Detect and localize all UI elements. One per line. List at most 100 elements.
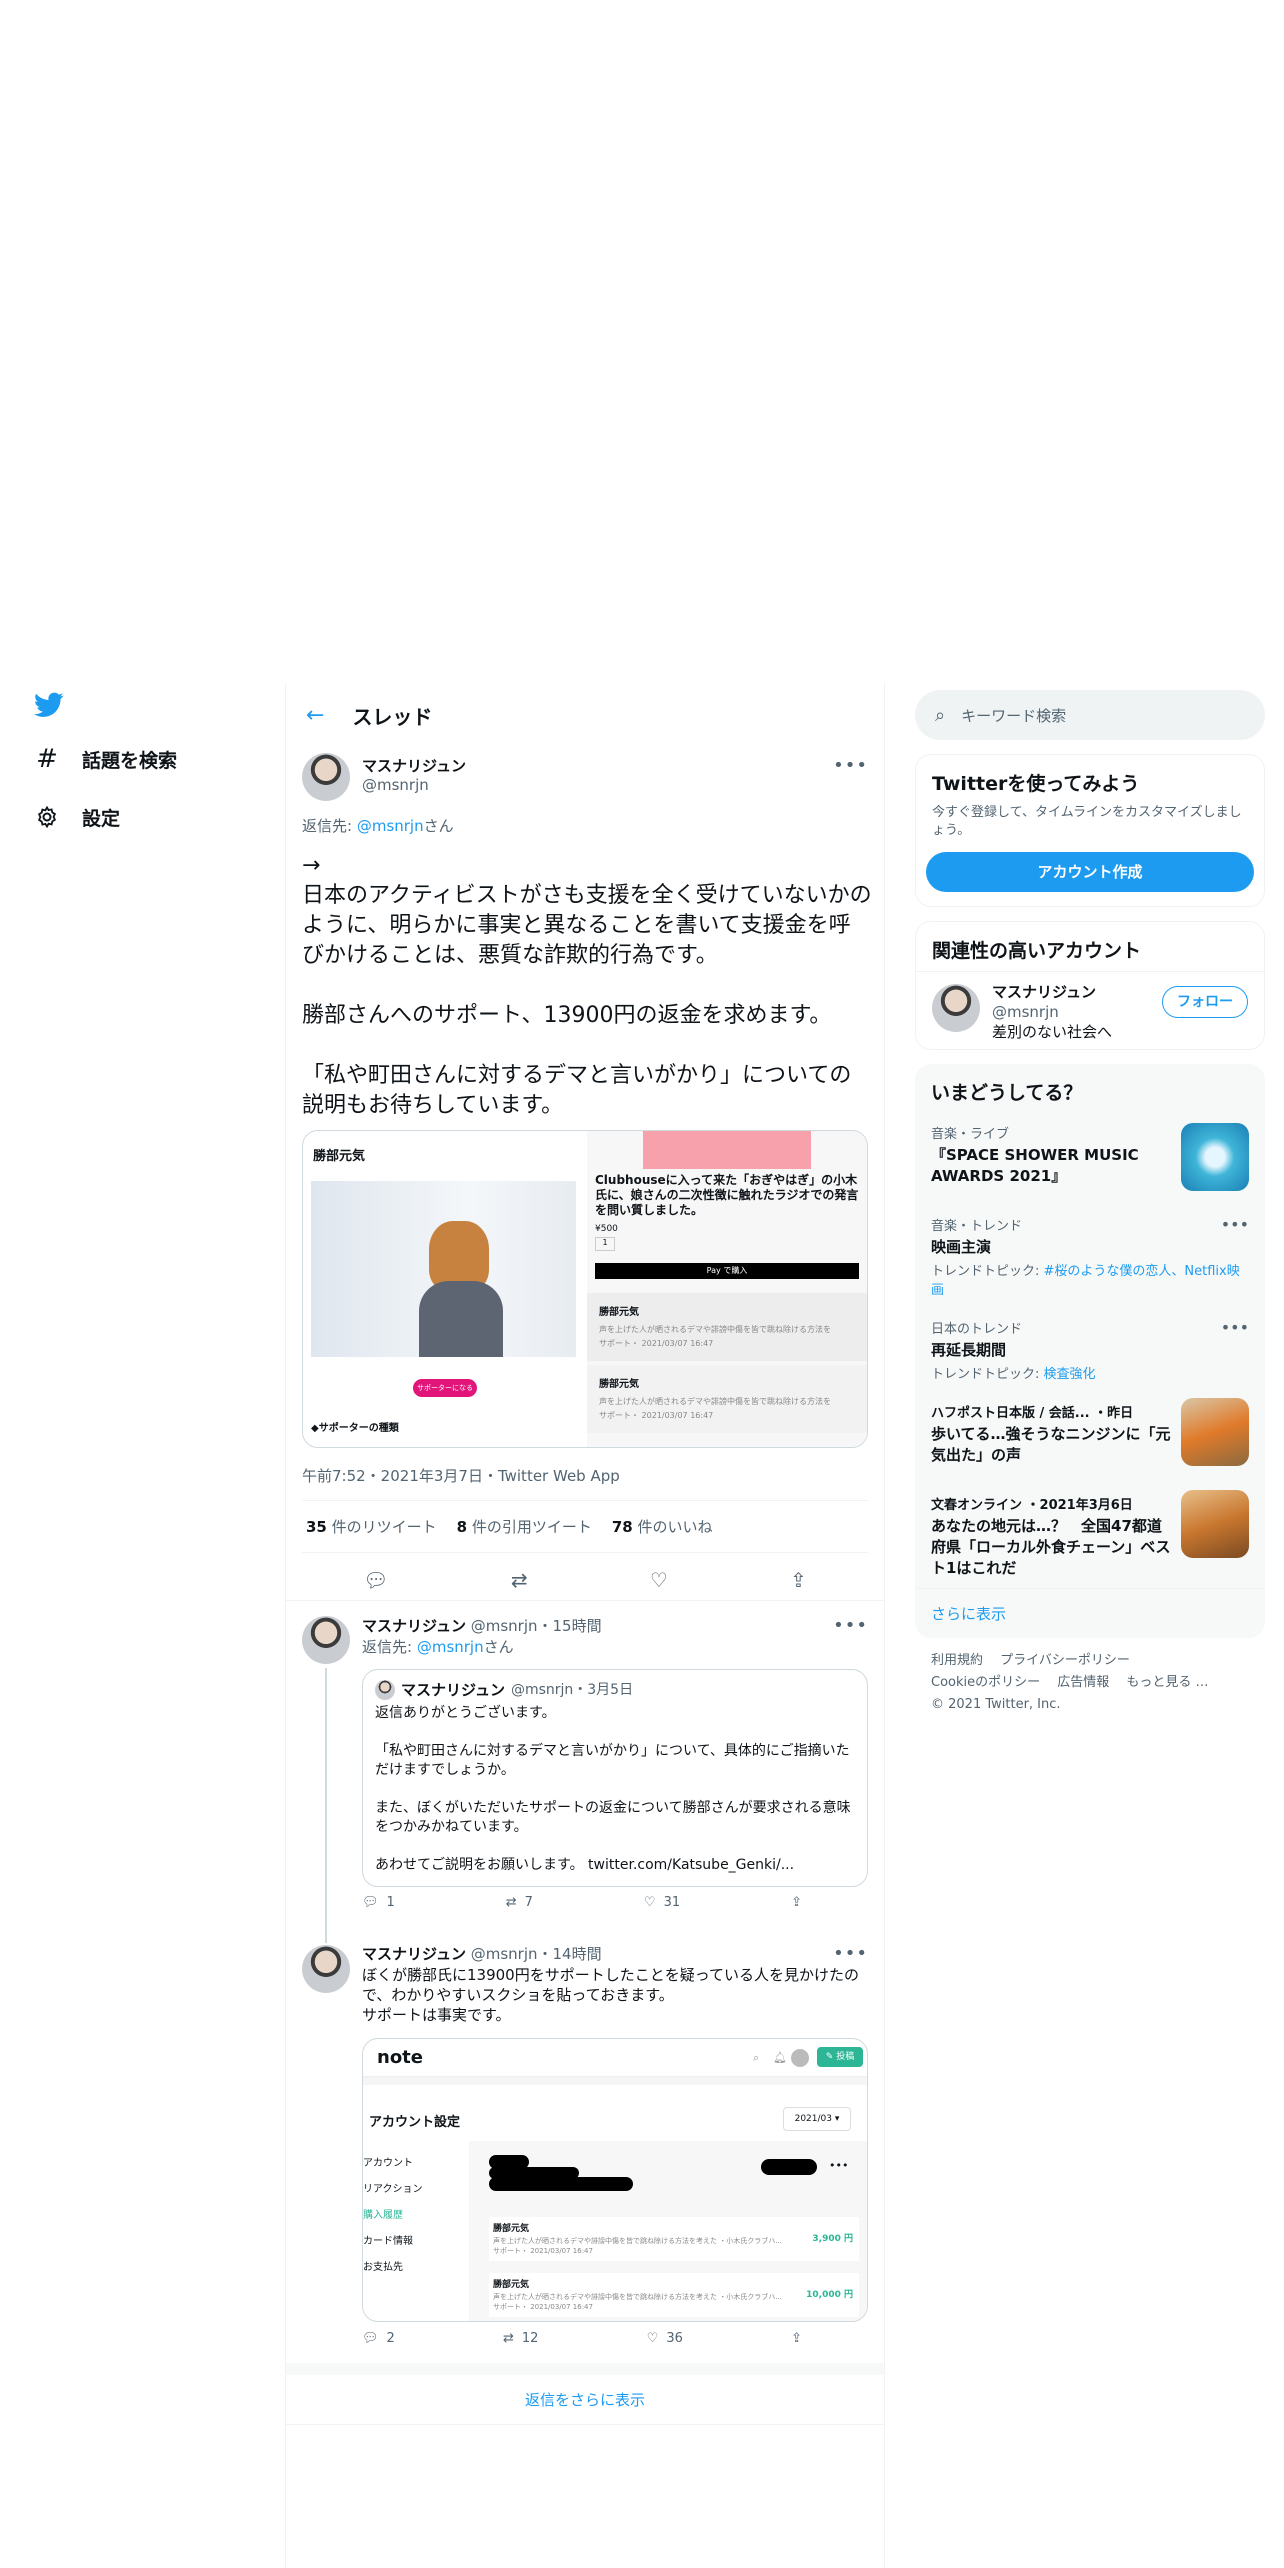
settings-menu: アカウント リアクション 購入履歴 カード情報 お支払先 [363,2151,423,2281]
signup-panel: Twitterを使ってみよう 今すぐ登録して、タイムラインをカスタマイズしましょ… [915,754,1265,907]
link-card[interactable]: 勝部元気 サポーターになる ◆サポーターの種類 Clubhouseに入って来た「… [302,1130,868,1448]
supporter-heading: ◆サポーターの種類 [311,1423,399,1434]
retweet-button[interactable]: ⇄ 7 [506,1895,533,1910]
retweet-icon[interactable]: ⇄ [511,1568,528,1592]
trend-item[interactable]: ハフポスト日本版 / 会話... ・昨日 歩いてる…強そうなニンジンに「元気出た… [915,1392,1265,1484]
author-block: マスナリジュン @msnrjn [362,755,466,794]
reply-to-link[interactable]: @msnrjn [357,817,424,835]
reply-icon[interactable]: 💬︎ [363,1568,388,1592]
entry-desc: 声を上げた人が晒されるデマや誹謗中傷を皆で跳ね除ける方法を [599,1397,831,1406]
like-icon: ♡ [643,1895,656,1910]
bird-icon [34,692,64,717]
quote-text: 「私や町田さんに対するデマと言いがかり」について、具体的にご指摘いただけますでし… [375,1743,850,1778]
show-more-replies[interactable]: 返信をさらに表示 [286,2375,884,2425]
quote-text: あわせてご説明をお願いします。 twitter.com/Katsube_Genk… [375,1857,795,1873]
quote-meta: @msnrjn・3月5日 [510,1681,634,1698]
follow-button[interactable]: フォロー [1162,986,1248,1018]
reply-to-link[interactable]: @msnrjn [417,1638,484,1656]
menu-item: リアクション [363,2184,423,2195]
like-icon[interactable]: ♡ [650,1568,668,1592]
like-button[interactable]: ♡ 31 [644,1895,680,1910]
tweet-timestamp[interactable]: 午前7:52・2021年3月7日・Twitter Web App [302,1465,620,1486]
reply-author-name[interactable]: マスナリジュン [362,1945,466,1963]
share-button[interactable]: ⇪ [791,1895,802,1910]
gear-icon [34,804,60,830]
show-more-trends[interactable]: さらに表示 [915,1588,1265,1638]
twitter-logo[interactable] [0,680,285,730]
quote-count[interactable]: 8 件の引用ツイート [457,1516,592,1537]
trend-item[interactable]: 日本のトレンド 再延長期間 トレンドトピック: 検査強化 ••• [915,1308,1265,1392]
quantity-stepper: 1 [595,1237,615,1251]
avatar[interactable] [302,753,350,801]
related-account[interactable]: マスナリジュン @msnrjn 差別のない社会へ フォロー [916,971,1264,1049]
thread-line [325,1668,327,1943]
author-handle[interactable]: @msnrjn [362,776,466,794]
search-placeholder: キーワード検索 [961,706,1067,725]
trend-item[interactable]: 音楽・トレンド 映画主演 トレンドトピック: #桜のような僕の恋人、Netfli… [915,1205,1265,1308]
retweet-button[interactable]: ⇄ 12 [503,2331,538,2346]
related-title: 関連性の高いアカウント [932,940,1142,962]
reply-action-bar: 💬︎ 1 ⇄ 7 ♡ 31 ⇪ [362,1895,802,1910]
apple-pay-button: Pay で購入 [595,1263,859,1279]
search-input[interactable]: ⌕ キーワード検索 [915,690,1265,740]
reply-text: ぼくが勝部氏に13900円をサポートしたことを疑っている人を見かけたので、わかり… [362,1966,859,2024]
footer-link[interactable]: 利用規約 [931,1653,983,1668]
footer-link[interactable]: もっと見る … [1126,1675,1208,1690]
left-nav: # 話題を検索 設定 [0,680,285,846]
redacted-block [761,2159,817,2175]
post-button: ✎ 投稿 [817,2047,863,2067]
nav-settings[interactable]: 設定 [0,788,285,846]
reply-suffix: さん [423,817,454,835]
avatar[interactable] [302,1945,350,1993]
reply-meta[interactable]: @msnrjn・14時間 [471,1945,602,1963]
trend-item[interactable]: 文春オンライン ・2021年3月6日 あなたの地元は…？ 全国47都道府県「ロー… [915,1484,1265,1588]
reply-header: マスナリジュン @msnrjn・14時間 [362,1943,602,1964]
card-profile-name: 勝部元気 [313,1149,366,1164]
search-icon: ⌕ [935,704,946,726]
note-screenshot[interactable]: note ⌕ 🔔︎ ✎ 投稿 アカウント設定 2021/03 ▾ アカウント リ… [362,2038,868,2322]
like-button[interactable]: ♡ 36 [647,2331,683,2346]
reply-author-name[interactable]: マスナリジュン [362,1617,466,1635]
quoted-tweet[interactable]: マスナリジュン @msnrjn・3月5日 返信ありがとうございます。 「私や町田… [362,1669,868,1887]
quote-text: 返信ありがとうございます。 [375,1705,556,1721]
avatar[interactable] [302,1616,350,1664]
nav-settings-label: 設定 [82,807,121,830]
more-options-icon[interactable]: ••• [1221,1215,1249,1234]
trend-item[interactable]: 音楽・ライブ 『SPACE SHOWER MUSIC AWARDS 2021』 [915,1113,1265,1205]
more-options-icon[interactable]: ••• [833,755,868,776]
bell-icon: 🔔︎ [773,2051,787,2064]
related-accounts-panel: 関連性の高いアカウント マスナリジュン @msnrjn 差別のない社会へ フォロ… [915,921,1265,1050]
article-banner [643,1131,811,1169]
footer-link[interactable]: 広告情報 [1057,1675,1109,1690]
reply-icon: 💬︎ [362,1895,379,1910]
reply-icon: 💬︎ [362,2331,379,2346]
account-name: マスナリジュン [992,983,1096,1001]
settings-title: アカウント設定 [369,2115,461,2130]
month-select: 2021/03 ▾ [783,2107,851,2131]
account-bio: 差別のない社会へ [992,1023,1113,1041]
create-account-button[interactable]: アカウント作成 [926,852,1254,892]
footer-link[interactable]: Cookieのポリシー [931,1675,1040,1690]
author-name[interactable]: マスナリジュン [362,755,466,776]
nav-explore[interactable]: # 話題を検索 [0,730,285,788]
account-handle: @msnrjn [992,1003,1059,1021]
more-options-icon[interactable]: ••• [1221,1318,1249,1337]
reply-button[interactable]: 💬︎ 1 [362,1895,395,1910]
reply-meta[interactable]: @msnrjn・15時間 [471,1617,602,1635]
note-topbar: note ⌕ 🔔︎ ✎ 投稿 [363,2039,867,2077]
redacted-block [489,2177,633,2191]
quote-text: また、ぼくがいただいたサポートの返金について勝部さんが要求される意味をつかみかね… [375,1800,851,1835]
article-title: Clubhouseに入って来た「おぎやはぎ」の小木氏に、娘さんの二次性徴に触れた… [595,1173,859,1217]
share-button[interactable]: ⇪ [791,2331,802,2346]
avatar [932,984,980,1032]
back-arrow-icon[interactable]: ← [306,703,324,728]
signup-title: Twitterを使ってみよう [932,773,1140,795]
more-options-icon[interactable]: ••• [833,1615,868,1636]
like-count[interactable]: 78 件のいいね [612,1516,713,1537]
footer-link[interactable]: プライバシーポリシー [1000,1653,1130,1668]
retweet-count[interactable]: 35 件のリツイート [306,1516,437,1537]
share-icon[interactable]: ⇪ [790,1568,807,1592]
reply-button[interactable]: 💬︎ 2 [362,2331,395,2346]
menu-item: 購入履歴 [363,2210,403,2221]
more-options-icon[interactable]: ••• [833,1943,868,1964]
